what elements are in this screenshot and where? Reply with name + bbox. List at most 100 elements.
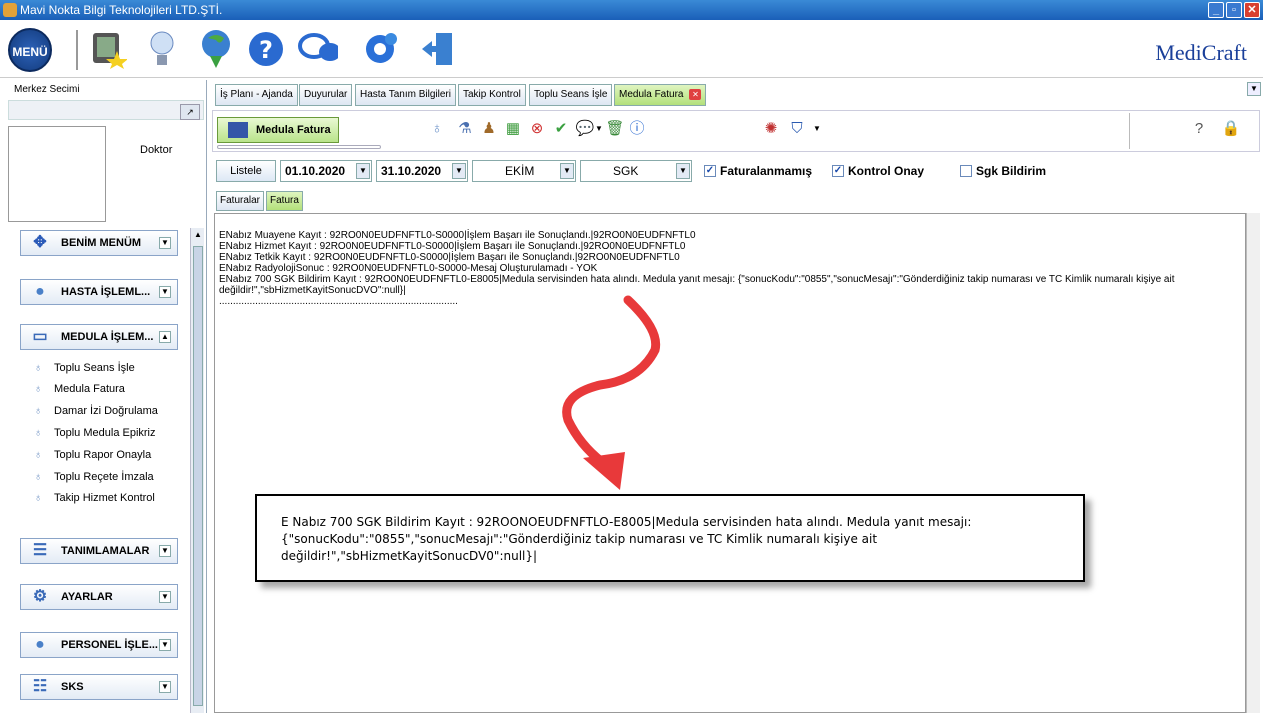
sidebar-item-label: Medula Fatura xyxy=(54,383,125,395)
lightbulb-icon[interactable]: ♁ xyxy=(427,119,447,139)
tab-toplu-seans[interactable]: Toplu Seans İşle xyxy=(529,84,613,106)
chevron-down-icon[interactable]: ▼ xyxy=(452,163,466,179)
merkez-select[interactable] xyxy=(8,100,204,120)
checkbox-label: Sgk Bildirim xyxy=(976,164,1047,178)
ministry-logo-icon[interactable]: ✺ xyxy=(761,119,781,139)
group-label: HASTA İŞLEML... xyxy=(61,286,151,298)
sidebar-item-label: Damar İzi Doğrulama xyxy=(54,405,158,417)
kontrol-onay-checkbox[interactable]: ✓ Kontrol Onay xyxy=(832,164,924,178)
chevron-down-icon[interactable]: ▼ xyxy=(807,119,827,139)
sidebar-item-label: Toplu Reçete İmzala xyxy=(54,471,154,483)
left-scrollbar[interactable]: ▲ xyxy=(190,228,204,713)
arrows-icon: ✥ xyxy=(33,234,47,251)
collapse-panel-icon[interactable]: ▼ xyxy=(1247,82,1261,96)
minimize-button[interactable]: _ xyxy=(1208,2,1224,18)
chart-clipboard-icon: ☷ xyxy=(32,678,48,695)
sgk-bildirim-checkbox[interactable]: Sgk Bildirim xyxy=(960,164,1046,178)
group-benim-menum[interactable]: ✥ BENİM MENÜM ▼ xyxy=(20,230,178,256)
toolbar-separator xyxy=(1129,113,1130,149)
help-icon[interactable]: ? xyxy=(246,28,286,70)
bulb-icon: ♁ xyxy=(34,383,43,395)
sidebar-item-medula-fatura[interactable]: ♁ Medula Fatura xyxy=(34,381,125,397)
svg-text:?: ? xyxy=(259,36,273,64)
progress-bar xyxy=(217,145,381,149)
bulb-icon: ♁ xyxy=(34,427,43,439)
group-hasta-islemleri[interactable]: ● HASTA İŞLEML... ▼ xyxy=(20,279,178,305)
sidebar-item-takip-hizmet[interactable]: ♁ Takip Hizmet Kontrol xyxy=(34,490,155,506)
merkez-refresh-button[interactable]: ↗ xyxy=(180,104,200,120)
close-button[interactable]: ✕ xyxy=(1244,2,1260,18)
chat-icon[interactable] xyxy=(298,28,338,70)
info-icon[interactable]: ⓘ xyxy=(627,119,647,139)
group-label: AYARLAR xyxy=(61,591,113,603)
sidebar-item-toplu-epikriz[interactable]: ♁ Toplu Medula Epikriz xyxy=(34,425,156,441)
log-textarea[interactable]: ENabız Muayene Kayıt : 92RO0N0EUDFNFTL0-… xyxy=(214,213,1246,713)
bulb-icon: ♁ xyxy=(34,405,43,417)
tab-medula-fatura[interactable]: Medula Fatura ✕ xyxy=(614,84,707,106)
chevron-down-icon[interactable]: ▼ xyxy=(356,163,370,179)
month-select[interactable]: EKİM ▼ xyxy=(472,160,576,182)
chevron-down-icon[interactable]: ▼ xyxy=(159,286,171,298)
help-icon[interactable]: ? xyxy=(1189,119,1209,139)
chevron-down-icon[interactable]: ▼ xyxy=(159,639,171,651)
tab-duyurular[interactable]: Duyurular xyxy=(299,84,353,106)
sidebar-item-label: Toplu Seans İşle xyxy=(54,362,135,374)
internet-download-icon[interactable] xyxy=(196,28,236,70)
group-personel-islemleri[interactable]: ● PERSONEL İŞLE... ▼ xyxy=(20,632,178,658)
tab-label: Medula Fatura xyxy=(619,89,684,100)
close-tab-icon[interactable]: ✕ xyxy=(689,89,702,100)
sidebar-item-toplu-recete[interactable]: ♁ Toplu Reçete İmzala xyxy=(34,469,154,485)
lightbulb-icon[interactable] xyxy=(142,28,182,70)
chevron-up-icon[interactable]: ▲ xyxy=(159,331,171,343)
sidebar-item-toplu-rapor[interactable]: ♁ Toplu Rapor Onayla xyxy=(34,447,151,463)
tab-faturalar[interactable]: Faturalar xyxy=(216,191,265,211)
log-line: ENabız Muayene Kayıt : 92RO0N0EUDFNFTL0-… xyxy=(219,230,696,241)
restore-button[interactable]: ▫ xyxy=(1226,2,1242,18)
toolbar-separator xyxy=(76,30,78,70)
listele-button[interactable]: Listele xyxy=(216,160,276,182)
group-ayarlar[interactable]: ⚙ AYARLAR ▼ xyxy=(20,584,178,610)
group-sks[interactable]: ☷ SKS ▼ xyxy=(20,674,178,700)
chevron-down-icon[interactable]: ▼ xyxy=(159,237,171,249)
tab-hasta-tanim[interactable]: Hasta Tanım Bilgileri xyxy=(355,84,456,106)
app-icon xyxy=(3,3,17,17)
doctor-photo xyxy=(8,126,106,222)
chevron-down-icon[interactable]: ▼ xyxy=(159,681,171,693)
start-date-field[interactable]: 01.10.2020 ▼ xyxy=(280,160,372,182)
sgk-icon[interactable]: ⛉ xyxy=(787,119,807,139)
tab-is-plani[interactable]: İş Planı - Ajanda xyxy=(215,84,298,106)
scroll-thumb[interactable] xyxy=(193,246,203,706)
end-date-field[interactable]: 31.10.2020 ▼ xyxy=(376,160,468,182)
tab-takip-kontrol[interactable]: Takip Kontrol xyxy=(458,84,526,106)
check-icon: ✓ xyxy=(704,165,716,177)
chevron-down-icon[interactable]: ▼ xyxy=(676,163,690,179)
chevron-down-icon[interactable]: ▼ xyxy=(159,591,171,603)
sidebar-item-label: Takip Hizmet Kontrol xyxy=(54,492,155,504)
lab-flask-icon[interactable]: ⚗ xyxy=(455,119,475,139)
excel-icon[interactable]: ▦ xyxy=(503,119,523,139)
cancel-icon[interactable]: ⊗ xyxy=(527,119,547,139)
menu-button[interactable]: MENÜ xyxy=(8,28,52,72)
group-label: TANIMLAMALAR xyxy=(61,545,150,557)
approve-icon[interactable]: ✔ xyxy=(551,119,571,139)
group-medula-islemleri[interactable]: ▭ MEDULA İŞLEM... ▲ xyxy=(20,324,178,350)
chevron-down-icon[interactable]: ▼ xyxy=(159,545,171,557)
bin-icon[interactable]: 🗑 xyxy=(605,119,625,139)
log-scrollbar[interactable] xyxy=(1246,213,1260,713)
chevron-down-icon[interactable]: ▼ xyxy=(560,163,574,179)
lock-icon[interactable]: 🔒 xyxy=(1221,119,1241,139)
user-icon[interactable]: ♟ xyxy=(479,119,499,139)
end-date-value: 31.10.2020 xyxy=(381,164,442,178)
group-tanimlamalar[interactable]: ☰ TANIMLAMALAR ▼ xyxy=(20,538,178,564)
sidebar-item-damar-izi[interactable]: ♁ Damar İzi Doğrulama xyxy=(34,403,158,419)
medula-fatura-button[interactable]: Medula Fatura xyxy=(217,117,339,143)
sidebar-item-toplu-seans[interactable]: ♁ Toplu Seans İşle xyxy=(34,360,135,376)
tab-fatura-kayit-log[interactable]: Fatura Kayıt Log xyxy=(266,191,303,242)
institution-select[interactable]: SGK ▼ xyxy=(580,160,692,182)
book-star-icon[interactable] xyxy=(88,28,128,70)
exit-door-icon[interactable] xyxy=(418,28,458,70)
window-icon: ▭ xyxy=(32,328,48,345)
scroll-up-icon[interactable]: ▲ xyxy=(191,228,205,242)
faturalanmamis-checkbox[interactable]: ✓ Faturalanmamış xyxy=(704,164,812,178)
settings-gear-icon[interactable] xyxy=(360,28,400,70)
